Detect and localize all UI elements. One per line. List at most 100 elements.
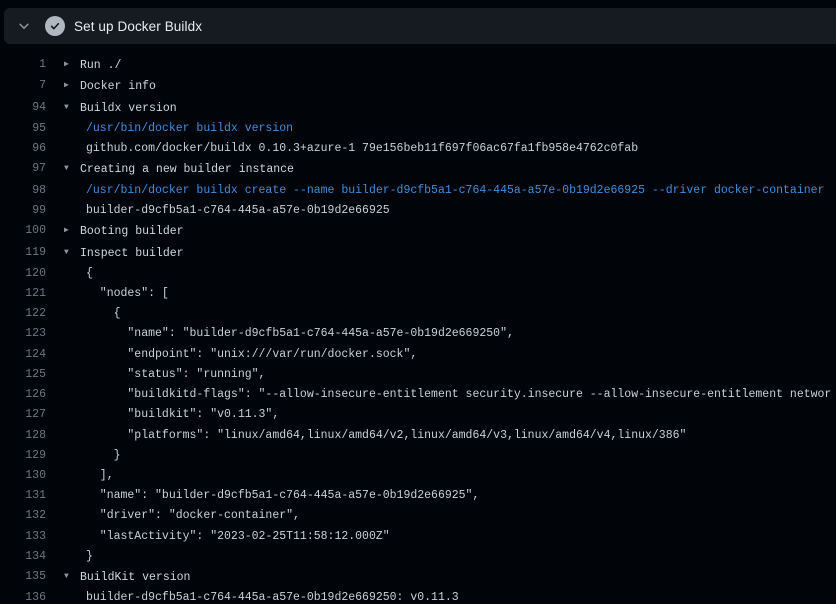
- log-output-text: github.com/docker/buildx 0.10.3+azure-1 …: [64, 139, 638, 159]
- log-output-text: "buildkitd-flags": "--allow-insecure-ent…: [64, 385, 831, 405]
- log-output-text: {: [64, 304, 121, 324]
- log-group-title: Docker info: [80, 80, 156, 93]
- log-output-text: "nodes": [: [64, 284, 169, 304]
- triangle-right-icon: ▶: [64, 55, 80, 75]
- log-output-text: builder-d9cfb5a1-c764-445a-a57e-0b19d2e6…: [64, 201, 390, 221]
- log-line-row: 129 }: [0, 446, 836, 466]
- line-number[interactable]: 99: [0, 201, 46, 221]
- line-number[interactable]: 129: [0, 446, 46, 466]
- log-line-row: 99 builder-d9cfb5a1-c764-445a-a57e-0b19d2…: [0, 201, 836, 221]
- log-output-text: ],: [64, 466, 114, 486]
- log-group-cell: ▼Creating a new builder instance: [64, 159, 294, 180]
- line-number[interactable]: 7: [0, 76, 46, 97]
- log-group-cell: ▶Run ./: [64, 55, 121, 76]
- line-number[interactable]: 136: [0, 588, 46, 604]
- check-circle-icon: [45, 16, 65, 36]
- log-area: 1▶Run ./7▶Docker info94▼Buildx version95…: [0, 44, 836, 604]
- log-group-row[interactable]: 1 ▶Run ./: [0, 55, 836, 76]
- log-output-text: "platforms": "linux/amd64,linux/amd64/v2…: [64, 426, 686, 446]
- log-output-text: }: [64, 446, 121, 466]
- log-group-cell: ▼BuildKit version: [64, 567, 190, 588]
- line-number[interactable]: 119: [0, 243, 46, 264]
- log-group-cell: ▶Docker info: [64, 76, 156, 97]
- line-number[interactable]: 94: [0, 98, 46, 119]
- log-group-row[interactable]: 97 ▼Creating a new builder instance: [0, 159, 836, 180]
- log-line-row: 130 ],: [0, 466, 836, 486]
- log-output-text: "buildkit": "v0.11.3",: [64, 405, 279, 425]
- log-line-row: 120 {: [0, 264, 836, 284]
- log-line-row: 126 "buildkitd-flags": "--allow-insecure…: [0, 385, 836, 405]
- log-line-row: 121 "nodes": [: [0, 284, 836, 304]
- line-number[interactable]: 124: [0, 345, 46, 365]
- log-line-row: 136 builder-d9cfb5a1-c764-445a-a57e-0b19d…: [0, 588, 836, 604]
- line-number[interactable]: 126: [0, 385, 46, 405]
- triangle-down-icon: ▼: [64, 243, 80, 263]
- log-group-cell: ▼Buildx version: [64, 98, 177, 119]
- triangle-right-icon: ▶: [64, 221, 80, 241]
- line-number[interactable]: 1: [0, 55, 46, 76]
- line-number[interactable]: 130: [0, 466, 46, 486]
- line-number[interactable]: 95: [0, 119, 46, 139]
- log-output-text: "endpoint": "unix:///var/run/docker.sock…: [64, 345, 417, 365]
- log-group-title: Creating a new builder instance: [80, 164, 294, 177]
- line-number[interactable]: 96: [0, 139, 46, 159]
- log-line-row: 123 "name": "builder-d9cfb5a1-c764-445a-…: [0, 324, 836, 344]
- line-number[interactable]: 133: [0, 527, 46, 547]
- log-line-row: 98/usr/bin/docker buildx create --name b…: [0, 181, 836, 201]
- line-number[interactable]: 97: [0, 159, 46, 180]
- log-output-text: "lastActivity": "2023-02-25T11:58:12.000…: [64, 527, 390, 547]
- log-line-row: 96 github.com/docker/buildx 0.10.3+azure-…: [0, 139, 836, 159]
- log-group-title: Run ./: [80, 59, 121, 72]
- line-number[interactable]: 132: [0, 506, 46, 526]
- log-line-row: 132 "driver": "docker-container",: [0, 506, 836, 526]
- log-group-title: Buildx version: [80, 102, 177, 115]
- triangle-right-icon: ▶: [64, 76, 80, 96]
- log-output-text: "driver": "docker-container",: [64, 506, 300, 526]
- chevron-down-icon[interactable]: [16, 18, 32, 34]
- log-output-text: builder-d9cfb5a1-c764-445a-a57e-0b19d2e6…: [64, 588, 459, 604]
- log-line-row: 127 "buildkit": "v0.11.3",: [0, 405, 836, 425]
- triangle-down-icon: ▼: [64, 159, 80, 179]
- log-command-text: /usr/bin/docker buildx version: [64, 119, 293, 139]
- triangle-down-icon: ▼: [64, 567, 80, 587]
- log-line-row: 134}: [0, 547, 836, 567]
- log-group-cell: ▼Inspect builder: [64, 243, 184, 264]
- log-line-row: 133 "lastActivity": "2023-02-25T11:58:12…: [0, 527, 836, 547]
- log-group-title: Inspect builder: [80, 247, 184, 260]
- line-number[interactable]: 121: [0, 284, 46, 304]
- log-group-row[interactable]: 100 ▶Booting builder: [0, 221, 836, 242]
- step-header[interactable]: Set up Docker Buildx: [4, 8, 836, 44]
- log-output-text: "name": "builder-d9cfb5a1-c764-445a-a57e…: [64, 486, 479, 506]
- step-title: Set up Docker Buildx: [74, 19, 202, 34]
- log-output-text: "name": "builder-d9cfb5a1-c764-445a-a57e…: [64, 324, 514, 344]
- log-line-row: 128 "platforms": "linux/amd64,linux/amd6…: [0, 426, 836, 446]
- line-number[interactable]: 134: [0, 547, 46, 567]
- line-number[interactable]: 128: [0, 426, 46, 446]
- log-output-text: {: [64, 264, 93, 284]
- line-number[interactable]: 135: [0, 567, 46, 588]
- line-number[interactable]: 127: [0, 405, 46, 425]
- line-number[interactable]: 100: [0, 221, 46, 242]
- line-number[interactable]: 120: [0, 264, 46, 284]
- triangle-down-icon: ▼: [64, 98, 80, 118]
- line-number[interactable]: 123: [0, 324, 46, 344]
- log-group-row[interactable]: 135 ▼BuildKit version: [0, 567, 836, 588]
- line-number[interactable]: 122: [0, 304, 46, 324]
- log-command-text: /usr/bin/docker buildx create --name bui…: [64, 181, 824, 201]
- log-group-row[interactable]: 7 ▶Docker info: [0, 76, 836, 97]
- line-number[interactable]: 125: [0, 365, 46, 385]
- log-group-cell: ▶Booting builder: [64, 221, 184, 242]
- log-output-text: "status": "running",: [64, 365, 265, 385]
- line-number[interactable]: 98: [0, 181, 46, 201]
- log-group-row[interactable]: 94 ▼Buildx version: [0, 98, 836, 119]
- log-line-row: 95/usr/bin/docker buildx version: [0, 119, 836, 139]
- log-line-row: 124 "endpoint": "unix:///var/run/docker.…: [0, 345, 836, 365]
- log-output-text: }: [64, 547, 93, 567]
- log-group-title: Booting builder: [80, 225, 184, 238]
- line-number[interactable]: 131: [0, 486, 46, 506]
- log-group-row[interactable]: 119 ▼Inspect builder: [0, 243, 836, 264]
- log-group-title: BuildKit version: [80, 571, 190, 584]
- log-line-row: 131 "name": "builder-d9cfb5a1-c764-445a-…: [0, 486, 836, 506]
- log-line-row: 125 "status": "running",: [0, 365, 836, 385]
- log-line-row: 122 {: [0, 304, 836, 324]
